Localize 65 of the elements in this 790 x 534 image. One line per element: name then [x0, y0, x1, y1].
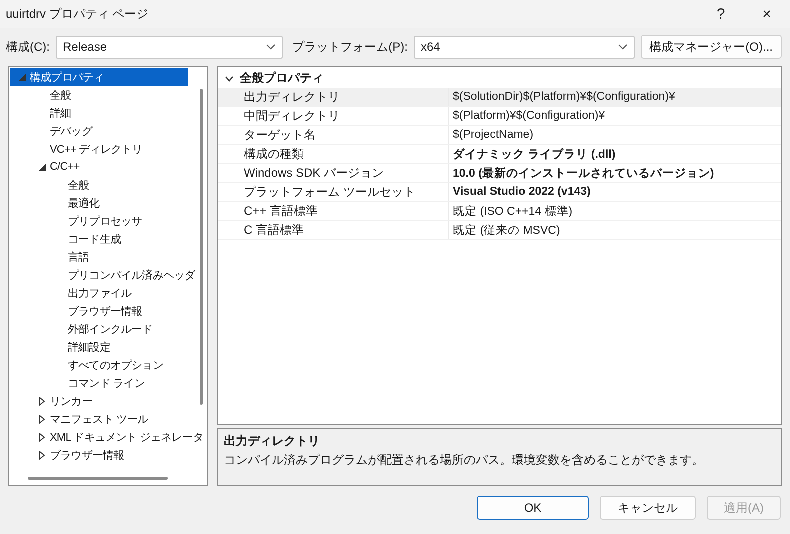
description-text: コンパイル済みプログラムが配置される場所のパス。環境変数を含めることができます。 — [224, 452, 705, 469]
chevron-down-icon — [266, 44, 276, 50]
category-header[interactable]: 全般プロパティ — [218, 69, 781, 88]
cancel-button[interactable]: キャンセル — [600, 496, 696, 520]
property-row[interactable]: プラットフォーム ツールセット Visual Studio 2022 (v143) — [218, 183, 781, 202]
tree-item[interactable]: すべてのオプション — [10, 356, 164, 374]
property-name: ターゲット名 — [243, 126, 317, 144]
configuration-manager-button[interactable]: 構成マネージャー(O)... — [640, 35, 782, 59]
tree-item[interactable]: プリプロセッサ — [10, 212, 142, 230]
property-name: C 言語標準 — [243, 222, 305, 238]
tree-item[interactable]: C/C++ — [10, 158, 80, 176]
tree-item[interactable]: 外部インクルード — [10, 320, 153, 338]
ok-button[interactable]: OK — [477, 496, 589, 520]
property-value: $(Platform)¥$(Configuration)¥ — [448, 107, 781, 125]
property-row[interactable]: 出力ディレクトリ $(SolutionDir)$(Platform)¥$(Configuration)¥ — [218, 88, 781, 107]
tree-item[interactable]: 詳細 — [10, 104, 72, 122]
description-title: 出力ディレクトリ — [224, 433, 321, 450]
property-value: Visual Studio 2022 (v143) — [448, 183, 781, 201]
tree-item[interactable]: ブラウザー情報 — [10, 446, 124, 464]
property-name: Windows SDK バージョン — [243, 164, 386, 182]
platform-dropdown[interactable]: x64 — [414, 36, 635, 58]
tree-item[interactable]: 言語 — [10, 248, 90, 266]
tree-item[interactable]: プリコンパイル済みヘッダ — [10, 266, 196, 284]
property-value: 既定 (従来の MSVC) — [448, 221, 781, 239]
window-title: uuirtdrv プロパティ ページ — [6, 6, 150, 22]
tree-item[interactable]: 全般 — [10, 86, 72, 104]
property-name: 出力ディレクトリ — [243, 88, 341, 106]
scrollbar-thumb[interactable] — [28, 477, 168, 480]
tree-item[interactable]: 全般 — [10, 176, 90, 194]
property-row[interactable]: 構成の種類 ダイナミック ライブラリ (.dll) — [218, 145, 781, 164]
property-row[interactable]: ターゲット名 $(ProjectName) — [218, 126, 781, 145]
tree-item[interactable]: 構成プロパティ — [10, 68, 188, 86]
tree-item[interactable]: 最適化 — [10, 194, 100, 212]
configuration-label: 構成(C): — [6, 38, 50, 56]
property-name: 中間ディレクトリ — [243, 108, 341, 124]
platform-label: プラットフォーム(P): — [292, 38, 408, 56]
property-value: 既定 (ISO C++14 標準) — [448, 202, 781, 220]
property-name: 構成の種類 — [243, 146, 305, 162]
tree-item[interactable]: マニフェスト ツール — [10, 410, 148, 428]
tree-item[interactable]: コード生成 — [10, 230, 122, 248]
tree-item[interactable]: リンカー — [10, 392, 92, 410]
property-value: $(SolutionDir)$(Platform)¥$(Configuration)¥ — [448, 88, 781, 106]
property-row[interactable]: C++ 言語標準 既定 (ISO C++14 標準) — [218, 202, 781, 221]
tree-item[interactable]: 詳細設定 — [10, 338, 110, 356]
property-value: $(ProjectName) — [448, 126, 781, 144]
expanded-icon[interactable] — [38, 164, 46, 170]
chevron-down-icon[interactable] — [224, 76, 234, 82]
property-value: ダイナミック ライブラリ (.dll) — [448, 145, 781, 163]
property-row[interactable]: C 言語標準 既定 (従来の MSVC) — [218, 221, 781, 240]
property-name: C++ 言語標準 — [243, 202, 320, 220]
tree-item[interactable]: 出力ファイル — [10, 284, 132, 302]
tree-item[interactable]: デバッグ — [10, 122, 92, 140]
tree-item[interactable]: コマンド ライン — [10, 374, 145, 392]
configuration-dropdown[interactable]: Release — [56, 36, 283, 58]
tree-item[interactable]: VC++ ディレクトリ — [10, 140, 143, 158]
property-row[interactable]: Windows SDK バージョン 10.0 (最新のインストールされているバージョン) — [218, 164, 781, 183]
scrollbar-thumb[interactable] — [200, 89, 203, 405]
close-button[interactable]: × — [744, 0, 790, 28]
property-value: 10.0 (最新のインストールされているバージョン) — [448, 164, 781, 182]
tree-item[interactable]: ブラウザー情報 — [10, 302, 142, 320]
property-name: プラットフォーム ツールセット — [243, 184, 416, 200]
tree-item[interactable]: XML ドキュメント ジェネレータ — [10, 428, 204, 446]
chevron-down-icon — [618, 44, 628, 50]
property-row[interactable]: 中間ディレクトリ $(Platform)¥$(Configuration)¥ — [218, 107, 781, 126]
help-button[interactable]: ? — [698, 0, 744, 28]
